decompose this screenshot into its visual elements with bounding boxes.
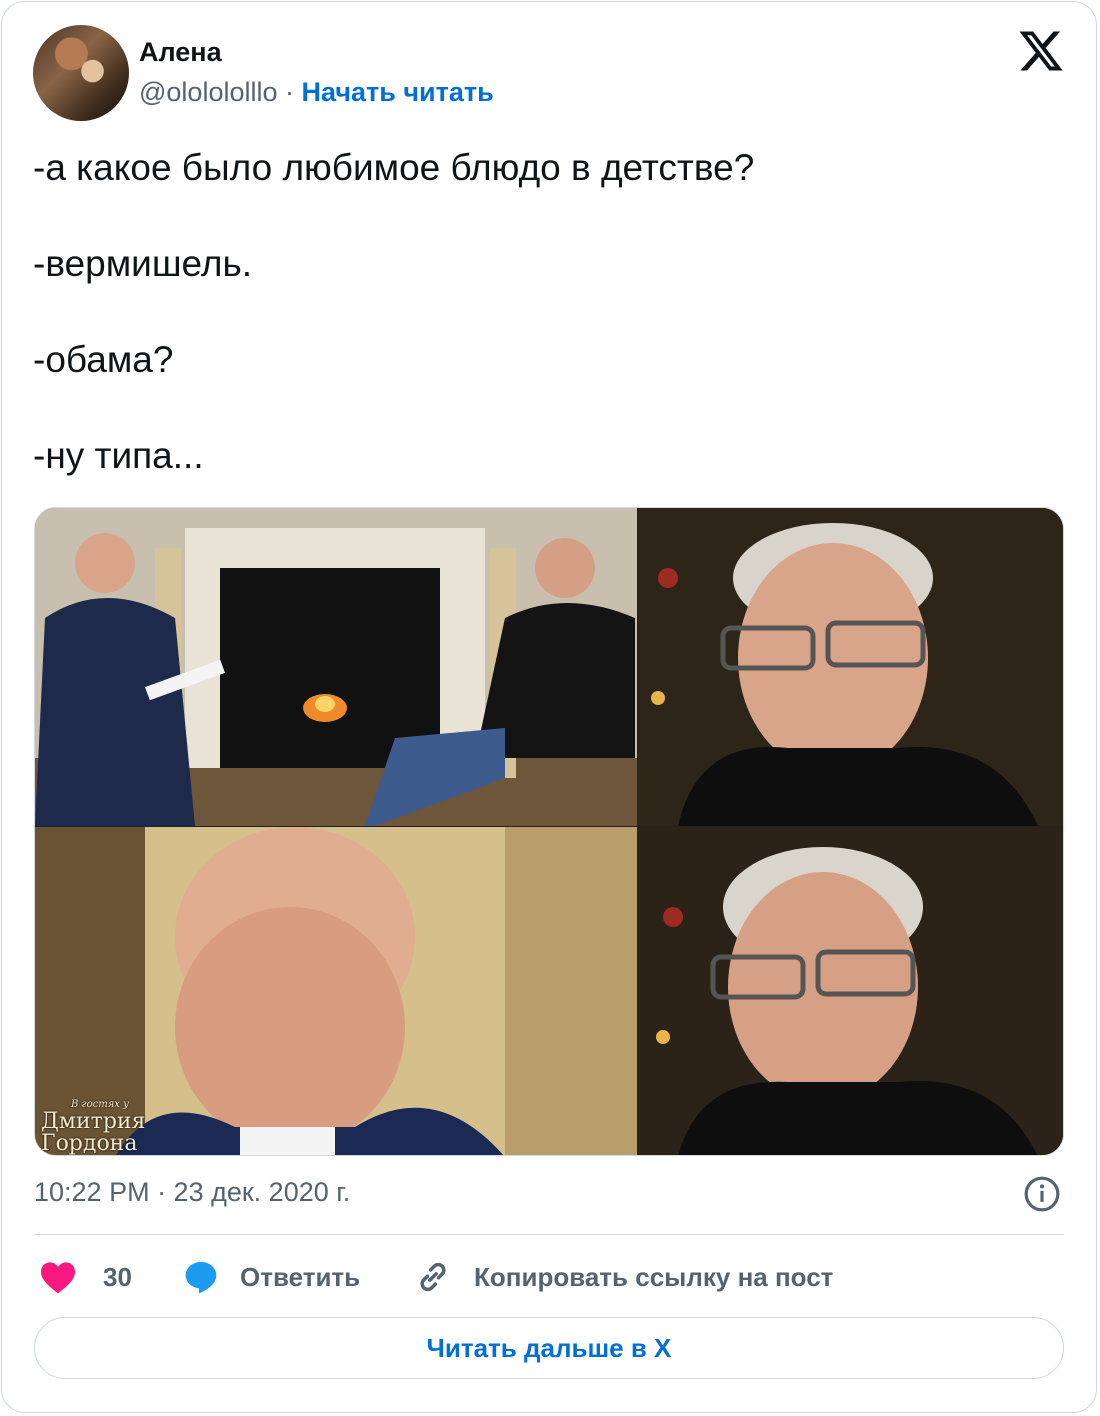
separator: · — [285, 77, 294, 107]
speech-bubble-icon — [185, 1262, 217, 1294]
timestamp[interactable]: 10:22 PM · 23 дек. 2020 г. — [34, 1176, 350, 1208]
guest-portrait — [638, 508, 1063, 826]
divider — [34, 1234, 1064, 1235]
author-name[interactable]: Алена — [139, 36, 222, 68]
watermark-line2: Гордона — [41, 1131, 138, 1156]
copy-link-button[interactable]: Копировать ссылку на пост — [414, 1255, 833, 1299]
x-logo-icon[interactable] — [1016, 27, 1066, 75]
media-image[interactable]: В гостях у Дмитрия Гордона — [34, 507, 1064, 1156]
heart-icon — [41, 1262, 75, 1294]
tweet-text: -а какое было любимое блюдо в детстве? -… — [33, 144, 1063, 528]
photo-panel-interview — [35, 508, 637, 826]
like-count: 30 — [103, 1261, 132, 1292]
reply-label: Ответить — [240, 1261, 361, 1292]
tweet-line: -вермишель. — [33, 243, 253, 284]
tweet-line: -обама? — [33, 339, 174, 380]
tweet-line: -ну типа... — [33, 435, 204, 476]
like-button[interactable]: 30 — [39, 1255, 132, 1299]
info-icon[interactable] — [1023, 1175, 1061, 1213]
copy-link-label: Копировать ссылку на пост — [474, 1261, 834, 1292]
photo-panel-guest-2 — [638, 827, 1063, 1155]
author-handle[interactable]: @ololololllo — [139, 77, 277, 107]
follow-button[interactable]: Начать читать — [302, 77, 494, 107]
photo-panel-guest-1 — [638, 508, 1063, 826]
action-bar: 30 Ответить Копировать ссылку на пост — [34, 1255, 1064, 1299]
guest-portrait — [638, 827, 1063, 1155]
reply-button[interactable]: Ответить — [182, 1255, 360, 1299]
tweet-line: -а какое было любимое блюдо в детстве? — [33, 147, 755, 188]
photo-panel-host: В гостях у Дмитрия Гордона — [35, 827, 637, 1155]
read-more-button[interactable]: Читать дальше в X — [34, 1317, 1064, 1379]
avatar[interactable] — [33, 25, 129, 121]
watermark: В гостях у Дмитрия Гордона — [41, 1099, 145, 1155]
author-handle-row: @ololololllo · Начать читать — [139, 75, 494, 109]
link-icon — [420, 1262, 446, 1292]
interview-scene — [35, 508, 637, 826]
